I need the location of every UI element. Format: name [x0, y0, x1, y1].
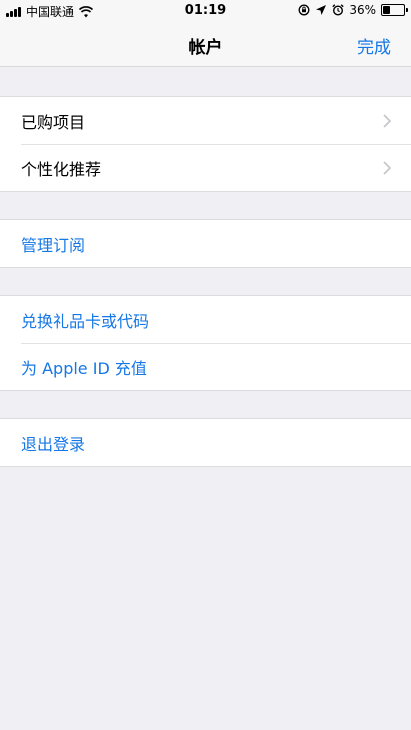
chevron-right-icon: [383, 114, 391, 128]
subscriptions-group: 管理订阅: [0, 219, 411, 268]
purchased-items-row[interactable]: 已购项目: [0, 97, 411, 144]
battery-level: [383, 6, 391, 14]
location-icon: [316, 5, 327, 15]
battery-icon: [381, 4, 408, 16]
row-label: 已购项目: [21, 112, 86, 132]
add-funds-link[interactable]: 为 Apple ID 充值: [0, 343, 411, 390]
navigation-bar: 帐户 完成: [0, 22, 411, 67]
alarm-icon: [332, 4, 345, 16]
redeem-gift-card-link[interactable]: 兑换礼品卡或代码: [0, 296, 411, 343]
battery-percent: 36%: [349, 3, 376, 17]
sign-out-link[interactable]: 退出登录: [0, 419, 411, 466]
chevron-right-icon: [383, 161, 391, 175]
row-label: 个性化推荐: [21, 159, 102, 179]
logout-group: 退出登录: [0, 418, 411, 467]
status-bar: 中国联通 01:19 36%: [0, 0, 411, 22]
manage-subscriptions-link[interactable]: 管理订阅: [0, 220, 411, 267]
done-button[interactable]: 完成: [357, 33, 391, 58]
row-label: 管理订阅: [21, 235, 86, 255]
rotation-lock-icon: [298, 4, 310, 16]
row-label: 兑换礼品卡或代码: [21, 311, 150, 331]
redeem-group: 兑换礼品卡或代码 为 Apple ID 充值: [0, 295, 411, 391]
row-label: 为 Apple ID 充值: [21, 358, 147, 378]
page-title: 帐户: [188, 38, 223, 58]
status-right: 36%: [298, 3, 408, 17]
personalized-recommendations-row[interactable]: 个性化推荐: [0, 144, 411, 191]
purchases-group: 已购项目 个性化推荐: [0, 96, 411, 192]
row-label: 退出登录: [21, 434, 86, 454]
